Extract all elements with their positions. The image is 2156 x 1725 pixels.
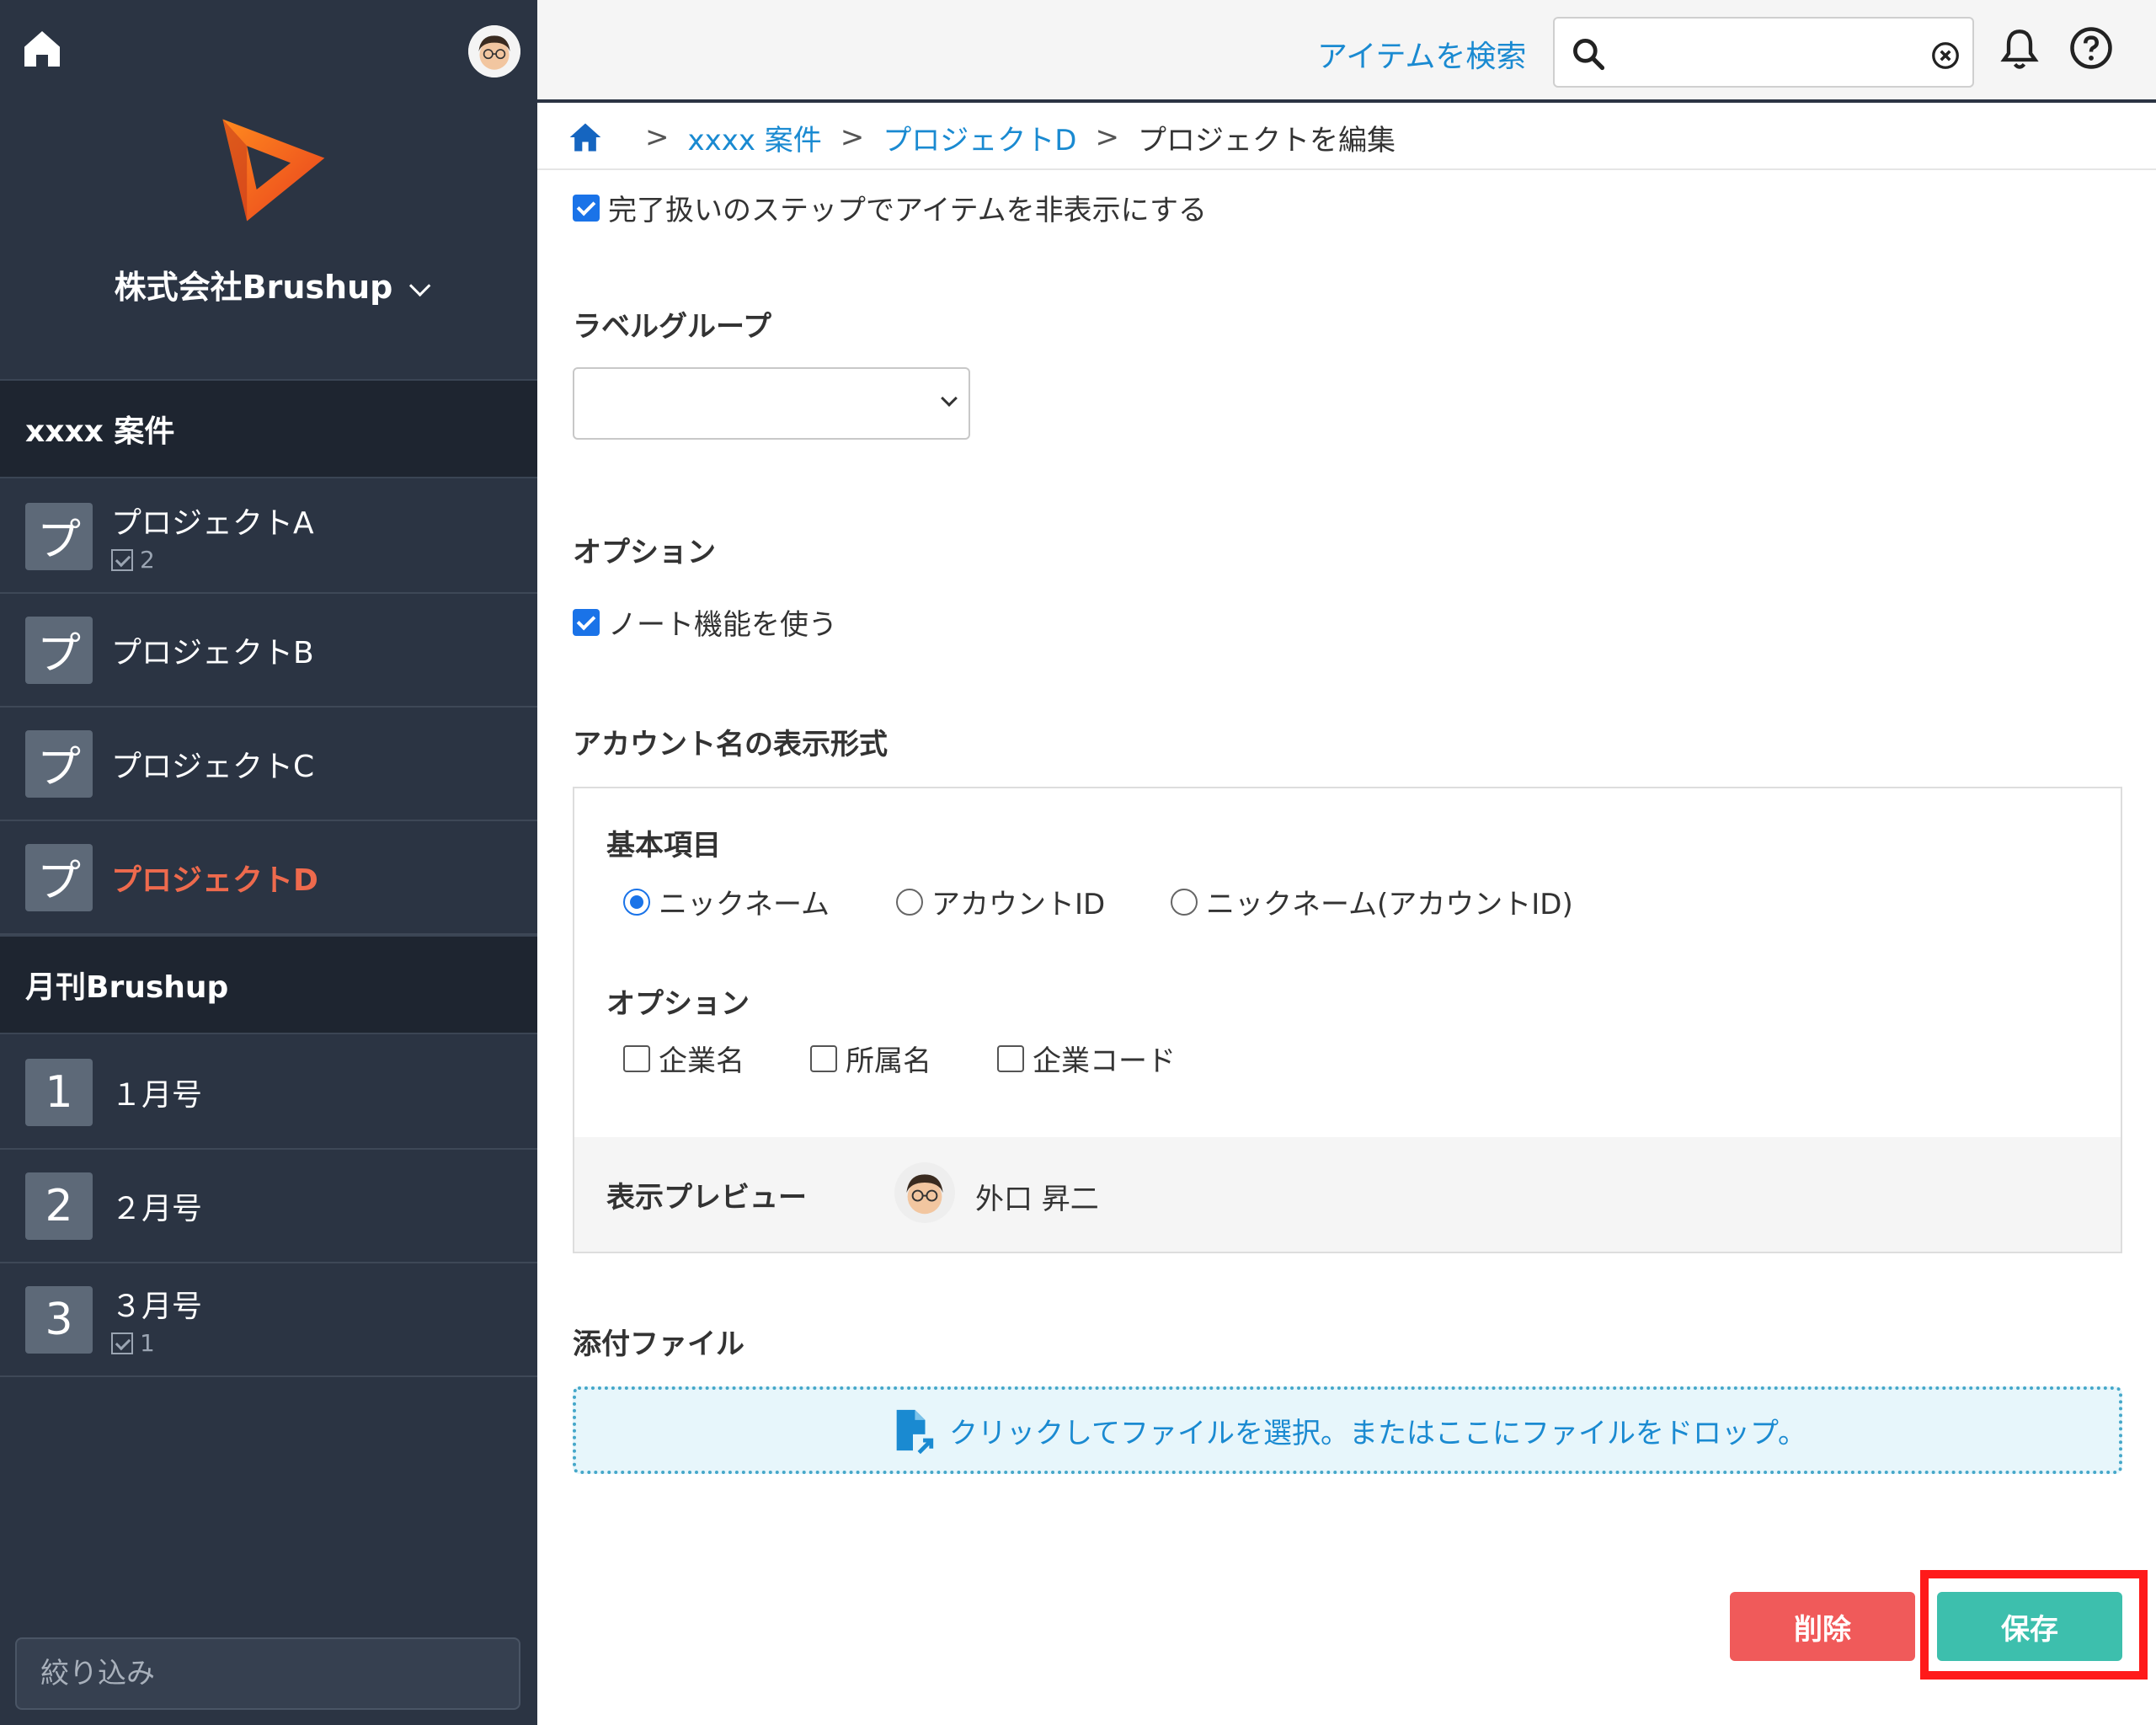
preview-row: 表示プレビュー 外口 昇二 (574, 1137, 2121, 1252)
avatar-face-icon (468, 25, 520, 77)
extra-options-title: オプション (606, 987, 750, 1021)
chevron-down-icon (941, 390, 958, 407)
search-icon (1573, 39, 1605, 71)
sidebar-item-issue-3[interactable]: 3 ３月号 1 (0, 1263, 537, 1377)
breadcrumb-separator: > (645, 120, 670, 154)
option-department[interactable]: 所属名 (810, 1038, 931, 1079)
delete-button[interactable]: 削除 (1730, 1592, 1915, 1661)
search-input[interactable] (1614, 30, 1900, 76)
brushup-logo-icon (222, 119, 325, 222)
search-box[interactable] (1553, 17, 1974, 88)
filter-input[interactable] (15, 1637, 520, 1710)
options-title: オプション (573, 536, 716, 569)
option-label: 企業コード (1033, 1044, 1176, 1078)
home-icon[interactable] (19, 25, 66, 72)
account-format-title: アカウント名の表示形式 (573, 728, 888, 761)
radio-account-id[interactable]: アカウントID (896, 881, 1105, 922)
preview-name: 外口 昇二 (975, 1183, 1099, 1216)
account-format-panel: 基本項目 ニックネーム アカウントID ニックネーム(アカウントID) オプショ… (573, 787, 2122, 1253)
breadcrumb-link-project[interactable]: プロジェクトD (883, 117, 1076, 158)
checkbox-list-icon (111, 548, 133, 571)
hide-completed-label: 完了扱いのステップでアイテムを非表示にする (608, 194, 1207, 227)
option-label: 所属名 (846, 1044, 931, 1078)
save-button[interactable]: 保存 (1937, 1592, 2122, 1661)
project-tile: プ (25, 729, 93, 798)
sidebar-item-issue-1[interactable]: 1 １月号 (0, 1036, 537, 1150)
home-icon[interactable] (566, 119, 605, 156)
radio-nickname-account-id[interactable]: ニックネーム(アカウントID) (1171, 881, 1573, 922)
dropzone-text: クリックしてファイルを選択。またはここにファイルをドロップ。 (949, 1416, 1806, 1450)
org-switcher[interactable]: 株式会社Brushup (0, 261, 537, 307)
project-tile: プ (25, 502, 93, 570)
sidebar-item-project-b[interactable]: プ プロジェクトB (0, 594, 537, 708)
option-checkbox[interactable] (623, 1044, 650, 1072)
option-checkbox[interactable] (997, 1044, 1024, 1072)
chevron-down-icon (409, 275, 431, 297)
label-group-title: ラベルグループ (573, 310, 771, 344)
bell-icon[interactable] (1998, 25, 2041, 74)
project-name: プロジェクトB (111, 635, 314, 670)
help-icon[interactable] (2068, 25, 2114, 71)
project-tile: 1 (25, 1058, 93, 1126)
file-upload-icon (896, 1409, 934, 1455)
radio-label: ニックネーム (659, 888, 830, 921)
note-feature-label: ノート機能を使う (608, 608, 837, 642)
note-feature-row[interactable]: ノート機能を使う (573, 601, 837, 643)
hide-completed-checkbox[interactable] (573, 194, 600, 222)
avatar (894, 1162, 955, 1223)
org-name: 株式会社Brushup (114, 269, 393, 306)
project-tile: プ (25, 843, 93, 911)
preview-title: 表示プレビュー (606, 1181, 807, 1215)
task-count: 2 (111, 546, 314, 574)
breadcrumb-separator: > (840, 120, 865, 154)
group-header[interactable]: xxxx 案件 (0, 379, 537, 478)
project-name: ３月号 (111, 1290, 203, 1324)
option-label: 企業名 (659, 1044, 744, 1078)
radio-button[interactable] (896, 888, 923, 916)
radio-button[interactable] (623, 888, 650, 916)
option-company-name[interactable]: 企業名 (623, 1038, 744, 1079)
attachments-title: 添付ファイル (573, 1327, 744, 1361)
checkbox-list-icon (111, 1332, 133, 1354)
option-checkbox[interactable] (810, 1044, 837, 1072)
breadcrumb-link-group[interactable]: xxxx 案件 (688, 117, 822, 158)
option-company-code[interactable]: 企業コード (997, 1038, 1176, 1079)
task-count-value: 2 (140, 546, 155, 574)
task-count: 1 (111, 1329, 202, 1357)
breadcrumb-current: プロジェクトを編集 (1137, 123, 1396, 158)
task-count-value: 1 (140, 1329, 155, 1357)
group-title: 月刊Brushup (25, 970, 229, 1005)
hide-completed-row[interactable]: 完了扱いのステップでアイテムを非表示にする (573, 187, 1207, 228)
radio-button[interactable] (1171, 888, 1198, 916)
clear-icon[interactable] (1930, 40, 1961, 71)
sidebar-item-project-d[interactable]: プ プロジェクトD (0, 821, 537, 935)
project-tile: 3 (25, 1285, 93, 1354)
basic-items-title: 基本項目 (606, 829, 721, 862)
project-name: １月号 (111, 1077, 203, 1113)
user-avatar[interactable] (468, 25, 520, 77)
project-name: プロジェクトD (111, 862, 318, 898)
label-group-select[interactable] (573, 367, 970, 440)
radio-label: アカウントID (931, 888, 1106, 921)
radio-nickname[interactable]: ニックネーム (623, 881, 830, 922)
search-label[interactable]: アイテムを検索 (1317, 32, 1526, 76)
sidebar-item-project-c[interactable]: プ プロジェクトC (0, 708, 537, 821)
project-tile: プ (25, 616, 93, 684)
project-name: プロジェクトC (111, 749, 315, 784)
sidebar-item-issue-2[interactable]: 2 ２月号 (0, 1150, 537, 1263)
breadcrumb-separator: > (1095, 120, 1119, 154)
project-tile: 2 (25, 1172, 93, 1240)
group-title: xxxx 案件 (25, 414, 175, 449)
group-header[interactable]: 月刊Brushup (0, 935, 537, 1034)
radio-label: ニックネーム(アカウントID) (1206, 888, 1573, 921)
file-dropzone[interactable]: クリックしてファイルを選択。またはここにファイルをドロップ。 (573, 1386, 2122, 1474)
note-feature-checkbox[interactable] (573, 608, 600, 636)
project-name: プロジェクトA (111, 506, 314, 541)
top-bar: アイテムを検索 (537, 0, 2156, 103)
project-name: ２月号 (111, 1191, 203, 1226)
sidebar-item-project-a[interactable]: プ プロジェクトA 2 (0, 480, 537, 594)
sidebar: 株式会社Brushup xxxx 案件 プ プロジェクトA 2 プ プロジェクト… (0, 0, 537, 1725)
breadcrumb: > xxxx 案件 > プロジェクトD > プロジェクトを編集 (537, 106, 2156, 170)
